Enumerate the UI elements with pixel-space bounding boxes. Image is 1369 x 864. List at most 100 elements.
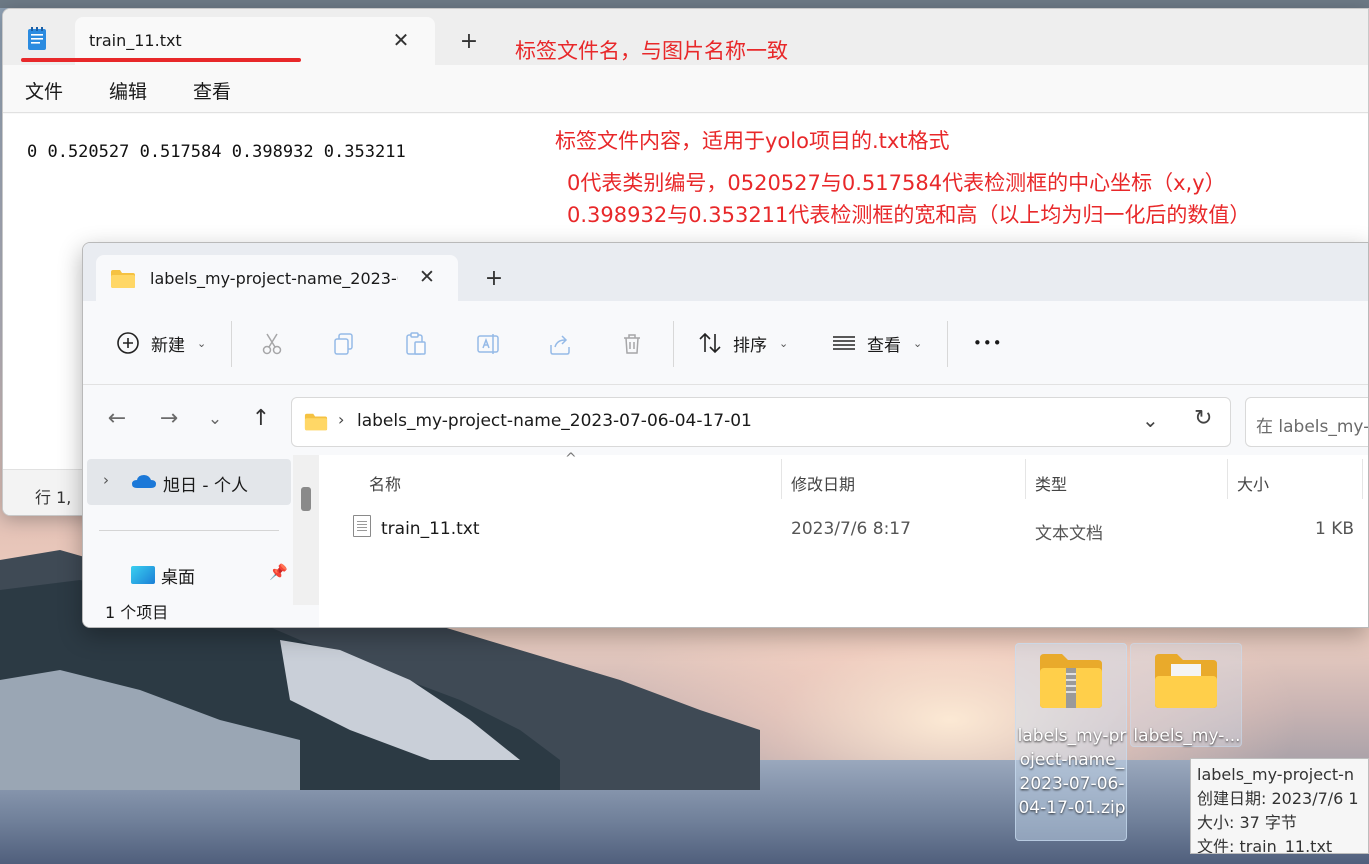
address-bar[interactable]: › labels_my-project-name_2023-07-06-04-1… [291, 397, 1231, 447]
more-icon: ••• [973, 334, 1003, 352]
chevron-down-icon: ⌄ [779, 336, 789, 350]
editor-content: 0 0.520527 0.517584 0.398932 0.353211 [27, 142, 406, 162]
more-options-button[interactable]: ••• [973, 323, 1003, 363]
chevron-down-icon: ⌄ [913, 336, 923, 350]
notepad-app-icon [28, 27, 46, 50]
file-size: 1 KB [1315, 519, 1355, 539]
search-box[interactable]: 在 labels_my- [1245, 397, 1369, 447]
new-button[interactable]: 新建 ⌄ [115, 323, 206, 363]
address-dropdown-icon[interactable]: ⌄ [1142, 408, 1159, 432]
annotation-content: 标签文件内容，适用于yolo项目的.txt格式 [555, 129, 950, 153]
delete-icon[interactable] [619, 331, 645, 357]
column-header-size[interactable]: 大小 [1237, 471, 1269, 495]
explorer-body: › 旭日 - 个人 桌面 📌 1 个项目 ^ 名称 修改日期 类型 大小 tra… [83, 451, 1368, 627]
expand-chevron-icon[interactable]: › [103, 471, 109, 489]
sort-icon [699, 332, 721, 354]
folder-icon [304, 413, 328, 431]
explorer-tab-bar: labels_my-project-name_2023-07-06-04-17-… [83, 243, 1368, 301]
column-header-modified[interactable]: 修改日期 [791, 471, 855, 495]
file-list: ^ 名称 修改日期 类型 大小 train_11.txt 2023/7/6 8:… [319, 451, 1368, 627]
sidebar-divider [99, 530, 279, 531]
menu-view[interactable]: 查看 [193, 77, 231, 104]
toolbar-separator [231, 321, 232, 367]
file-name: train_11.txt [381, 519, 480, 539]
tooltip-name: labels_my-project-n [1197, 765, 1355, 784]
column-header-name[interactable]: 名称 [369, 471, 401, 495]
sidebar-onedrive-label: 旭日 - 个人 [163, 476, 248, 496]
tooltip-created: 创建日期: 2023/7/6 1 [1197, 789, 1359, 808]
notepad-tab-title: train_11.txt [89, 31, 182, 50]
file-modified: 2023/7/6 8:17 [791, 519, 911, 539]
sidebar-item-desktop[interactable]: 桌面 [131, 561, 195, 589]
new-label: 新建 [151, 335, 185, 356]
back-arrow-icon[interactable]: ← [101, 403, 133, 435]
sort-button[interactable]: 排序 ⌄ [697, 323, 788, 363]
cursor-position: 行 1, [35, 488, 72, 507]
desktop-zip-file[interactable]: labels_my-project-name_2023-07-06-04-17-… [1015, 643, 1127, 841]
view-button[interactable]: 查看 ⌄ [831, 323, 922, 363]
sidebar-scrollbar[interactable] [293, 455, 319, 605]
sidebar-desktop-label: 桌面 [161, 567, 195, 588]
chevron-down-icon: ⌄ [197, 336, 207, 350]
file-type: 文本文档 [1035, 524, 1103, 544]
forward-arrow-icon[interactable]: → [153, 403, 185, 435]
search-placeholder: 在 labels_my- [1256, 417, 1369, 437]
up-arrow-icon[interactable]: ↑ [245, 403, 277, 435]
recent-locations-chevron-icon[interactable]: ⌄ [199, 403, 231, 435]
rename-icon[interactable] [475, 331, 501, 357]
close-tab-icon[interactable]: ✕ [387, 27, 415, 53]
text-file-icon [353, 515, 371, 537]
annotation-line2: 0.398932与0.353211代表检测框的宽和高（以上均为归一化后的数值） [567, 203, 1251, 227]
copy-icon[interactable] [331, 331, 357, 357]
explorer-tab-active[interactable]: labels_my-project-name_2023-07-06-04-17-… [96, 255, 458, 301]
item-count: 1 个项目 [105, 603, 169, 622]
cut-icon[interactable] [259, 331, 285, 357]
desktop-folder-label: labels_my-... [1133, 726, 1241, 746]
desktop-icon [131, 566, 155, 584]
plus-circle-icon [117, 332, 139, 354]
breadcrumb-separator-icon[interactable]: › [338, 410, 344, 429]
annotation-filename: 标签文件名，与图片名称一致 [515, 39, 788, 63]
column-divider[interactable] [1362, 459, 1363, 499]
desktop-folder[interactable]: labels_my-... [1130, 643, 1242, 747]
annotation-line1: 0代表类别编号，0520527与0.517584代表检测框的中心坐标（x,y） [567, 171, 1226, 195]
desktop-zip-label: labels_my-project-name_2023-07-06-04-17-… [1017, 726, 1127, 818]
view-list-icon [833, 336, 855, 350]
refresh-icon[interactable]: ↻ [1194, 406, 1212, 431]
table-row[interactable]: train_11.txt 2023/7/6 8:17 文本文档 1 KB [319, 507, 1368, 544]
zip-folder-icon [1040, 654, 1102, 708]
scrollbar-thumb[interactable] [301, 487, 311, 511]
column-divider[interactable] [781, 459, 782, 499]
background-window-strip [0, 0, 1369, 8]
folder-icon [111, 270, 135, 288]
menu-edit[interactable]: 编辑 [109, 77, 147, 104]
close-tab-icon[interactable]: ✕ [414, 263, 440, 291]
file-tooltip: labels_my-project-n 创建日期: 2023/7/6 1 大小:… [1190, 758, 1369, 854]
pin-icon[interactable]: 📌 [269, 563, 288, 581]
share-icon[interactable] [547, 331, 573, 357]
tooltip-files: 文件: train_11.txt [1197, 837, 1333, 854]
menu-file[interactable]: 文件 [25, 77, 63, 104]
explorer-command-bar: 新建 ⌄ 排序 ⌄ 查看 ⌄ ••• [83, 301, 1368, 385]
notepad-menu-bar: 文件 编辑 查看 [3, 65, 1368, 113]
paste-icon[interactable] [403, 331, 429, 357]
folder-icon [1155, 654, 1217, 708]
view-label: 查看 [867, 335, 901, 356]
sort-ascending-icon: ^ [565, 451, 577, 467]
file-explorer-window: labels_my-project-name_2023-07-06-04-17-… [82, 242, 1369, 628]
sidebar-item-onedrive[interactable]: › 旭日 - 个人 [87, 459, 291, 505]
navigation-pane: › 旭日 - 个人 桌面 📌 1 个项目 [83, 455, 319, 627]
sort-label: 排序 [733, 335, 767, 356]
toolbar-separator [947, 321, 948, 367]
column-divider[interactable] [1227, 459, 1228, 499]
new-tab-button[interactable]: + [481, 265, 507, 293]
tooltip-size: 大小: 37 字节 [1197, 813, 1297, 832]
onedrive-cloud-icon [132, 475, 156, 488]
new-tab-button[interactable]: + [455, 29, 483, 55]
annotation-underline [21, 58, 301, 62]
column-divider[interactable] [1025, 459, 1026, 499]
breadcrumb-path[interactable]: labels_my-project-name_2023-07-06-04-17-… [357, 411, 752, 431]
explorer-tab-title: labels_my-project-name_2023-07-06-04-17-… [150, 269, 398, 288]
explorer-navigation-bar: ← → ⌄ ↑ › labels_my-project-name_2023-07… [83, 385, 1368, 455]
column-header-type[interactable]: 类型 [1035, 471, 1067, 495]
